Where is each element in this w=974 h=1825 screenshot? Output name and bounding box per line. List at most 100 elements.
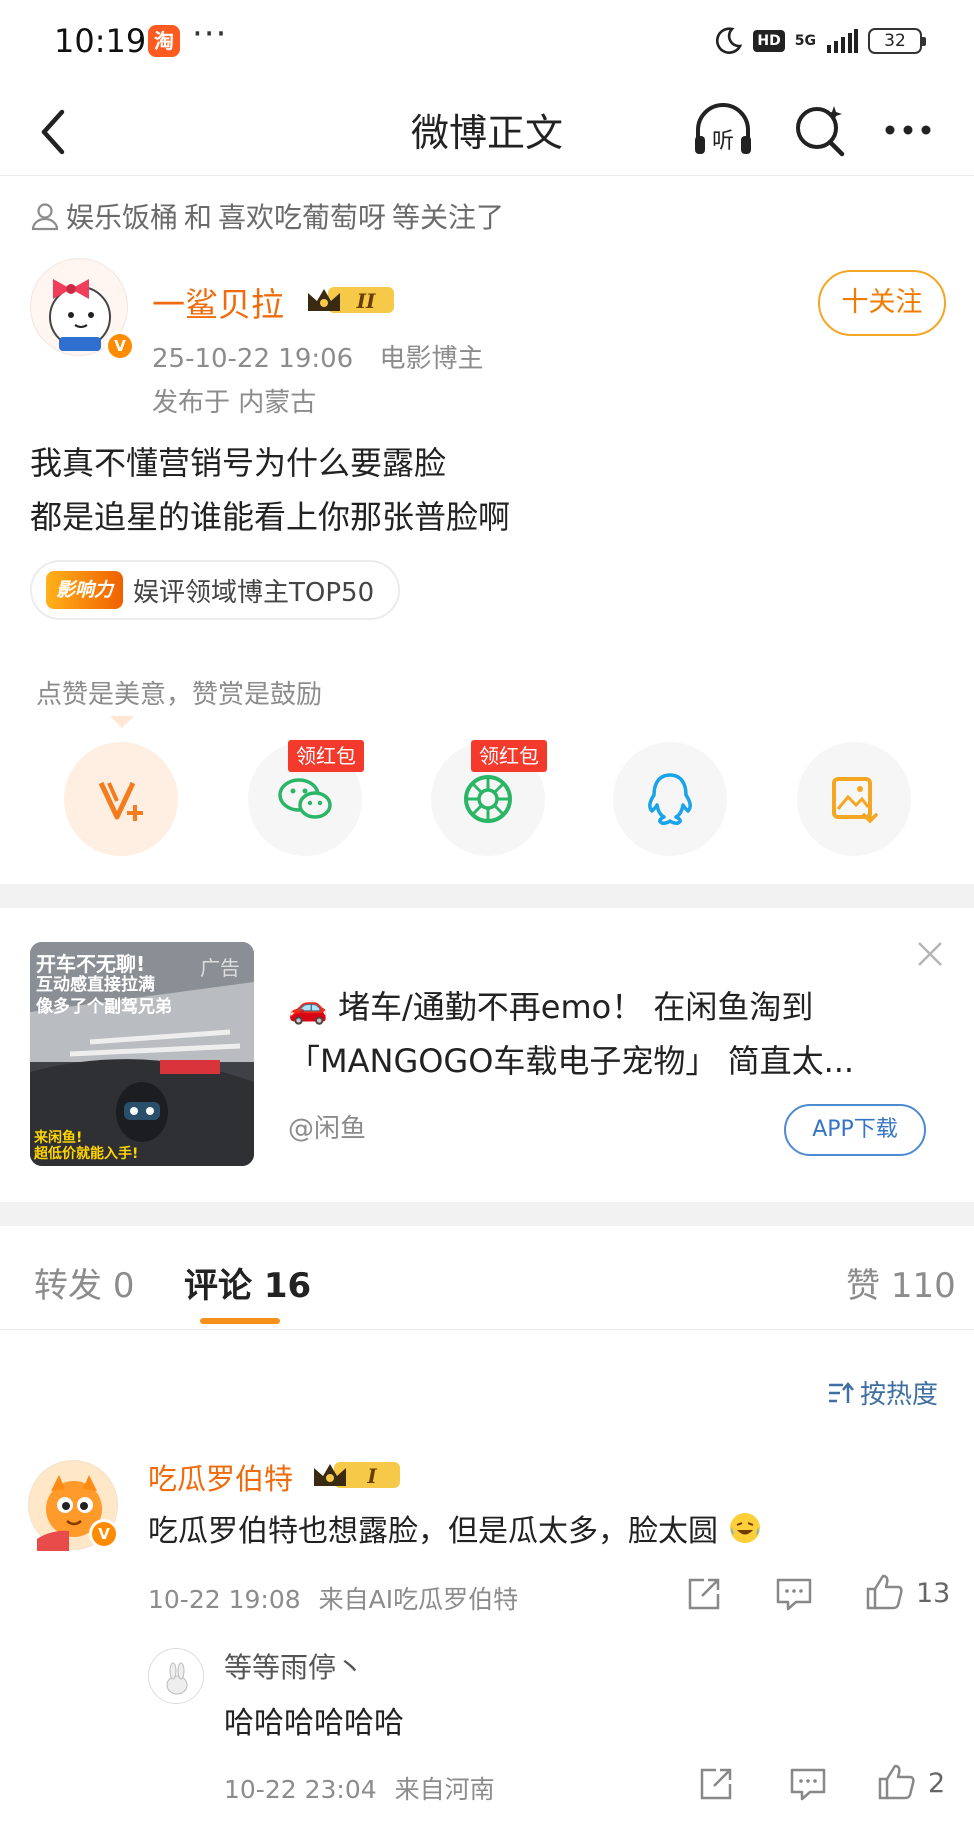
verified-badge-icon: V [105,331,135,361]
ad-overlay-line-1: 互动感直接拉满 [36,975,155,995]
tab-comment-label: 评论 [184,1266,252,1306]
close-icon[interactable] [914,938,946,970]
status-right: HD 5G 32 [713,26,926,56]
sort-label: 按热度 [860,1380,939,1410]
follower-name-2[interactable]: 喜欢吃葡萄呀 [218,196,386,236]
wechat-redpacket-tag: 领红包 [288,740,364,772]
influence-tag[interactable]: 影响力 娱评领域博主TOP50 [30,560,401,620]
search-icon[interactable] [790,100,850,160]
ad-overlay-sub: 互动感直接拉满 像多了个副驾兄弟 [36,974,172,1018]
status-time: 10:19 [54,22,147,60]
author-avatar[interactable]: V [30,258,135,361]
headphone-listen-icon[interactable]: 听 [690,98,756,164]
moon-icon [716,27,743,54]
moments-icon [464,775,512,823]
tab-comment[interactable]: 评论 16 [184,1258,311,1307]
reward-v-icon [98,781,143,821]
comment-source: 来自AI吃瓜罗伯特 [318,1585,519,1614]
like-thumb-icon[interactable] [876,1762,916,1802]
reward-hint: 点赞是美意，赞赏是鼓励 [36,680,323,710]
wechat-icon [278,778,332,819]
influence-text: 娱评领域博主TOP50 [133,577,375,608]
comment-meta: 10-22 19:08 来自AI吃瓜罗伯特 [148,1580,518,1616]
save-image-button[interactable] [797,742,911,856]
tab-repost-label: 转发 [34,1266,102,1306]
reply-meta: 10-22 23:04 来自河南 [224,1770,495,1806]
member-crown-badge-icon: II [308,287,394,313]
svg-text:听: 听 [712,129,734,154]
reply-avatar[interactable] [148,1648,204,1704]
laughing-tears-emoji-icon [729,1513,760,1543]
share-icon[interactable] [696,1764,736,1804]
post-meta: 25-10-22 19:06 电影博主 [152,338,484,375]
reward-button[interactable] [64,742,178,856]
ad-label: 广告 [200,956,240,980]
follow-tail: 等关注了 [392,201,505,234]
ad-overlay-bottom-1: 来闲鱼! [34,1130,83,1146]
follow-conj: 和 [184,201,213,234]
reply-source: 来自河南 [394,1775,495,1804]
author-level: II [356,289,376,313]
tab-like[interactable]: 赞 110 [846,1258,956,1307]
tab-comment-count: 16 [263,1266,312,1306]
ad-text[interactable]: 🚗 堵车/通勤不再emo！ 在闲鱼淘到「MANGOGO车载电子宠物」 简直太..… [288,980,938,1088]
status-bar: 10:19 淘 ··· HD 5G 32 [0,0,974,86]
tab-active-underline [200,1318,280,1324]
post-tabs: 转发 0 评论 16 赞 110 [0,1226,974,1330]
reply-like-count: 2 [928,1768,946,1799]
share-qq-button[interactable] [613,742,727,856]
rabbit-avatar-image [166,1662,188,1695]
tab-repost[interactable]: 转发 0 [34,1258,134,1307]
comment-icon[interactable] [788,1764,828,1804]
post-content: 我真不懂营销号为什么要露脸 都是追星的谁能看上你那张普脸啊 [30,436,510,544]
tab-like-label: 赞 [846,1266,880,1306]
author-role: 电影博主 [379,344,484,374]
comment-text-body: 吃瓜罗伯特也想露脸，但是瓜太多，脸太圆 [148,1514,718,1549]
reply-time: 10-22 23:04 [224,1775,377,1804]
comment-time: 10-22 19:08 [148,1585,301,1614]
comment-like-count: 13 [916,1578,951,1609]
ad-overlay-title: 开车不无聊! [36,952,146,976]
ad-image[interactable]: 开车不无聊! 广告 互动感直接拉满 像多了个副驾兄弟 来闲鱼! 超低价就能入手! [30,942,254,1166]
moments-redpacket-tag: 领红包 [471,740,547,772]
ad-overlay-bottom: 来闲鱼! 超低价就能入手! [34,1130,138,1162]
tab-like-count: 110 [890,1266,956,1306]
commenter-level: I [366,1464,377,1488]
sort-icon [829,1381,854,1403]
network-type: 5G [794,33,816,49]
commenter-name[interactable]: 吃瓜罗伯特 [148,1456,293,1498]
followers-hint[interactable]: 娱乐饭桶 和 喜欢吃葡萄呀 等关注了 [30,196,504,236]
follower-name-1[interactable]: 娱乐饭桶 [66,196,178,236]
reward-pointer [110,716,134,728]
save-image-icon [832,777,878,824]
more-dots-icon[interactable] [878,100,938,160]
like-thumb-icon[interactable] [864,1572,904,1612]
post-line-1: 我真不懂营销号为什么要露脸 [30,444,447,482]
battery-icon: 32 [868,28,926,54]
reply-text: 哈哈哈哈哈哈 [224,1706,404,1741]
share-icon[interactable] [684,1574,724,1614]
comment-icon[interactable] [774,1574,814,1614]
nav-bar: 微博正文 听 [0,86,974,176]
ad-source[interactable]: @闲鱼 [288,1108,366,1145]
author-name[interactable]: 一鲨贝拉 [152,278,284,326]
hd-icon: HD [753,30,785,52]
taobao-app-icon: 淘 [148,25,180,57]
section-divider [0,1202,974,1226]
member-crown-badge-icon: I [314,1462,400,1488]
reply-name[interactable]: 等等雨停丶 [224,1646,364,1686]
commenter-avatar[interactable]: V [28,1460,119,1551]
signal-icon [827,29,858,53]
qq-icon [648,773,692,825]
influence-badge: 影响力 [46,571,124,609]
comment-text: 吃瓜罗伯特也想露脸，但是瓜太多，脸太圆 [148,1506,762,1550]
section-divider [0,884,974,908]
post-time: 25-10-22 19:06 [152,344,354,374]
verified-badge-icon: V [89,1519,119,1549]
sort-by-hot-button[interactable]: 按热度 [826,1374,938,1411]
notification-dots: ··· [192,14,228,54]
post-line-2: 都是追星的谁能看上你那张普脸啊 [30,498,511,536]
follow-button[interactable]: 十关注 [818,270,946,336]
ad-overlay-bottom-2: 超低价就能入手! [34,1146,139,1162]
app-download-button[interactable]: APP下载 [784,1104,926,1156]
